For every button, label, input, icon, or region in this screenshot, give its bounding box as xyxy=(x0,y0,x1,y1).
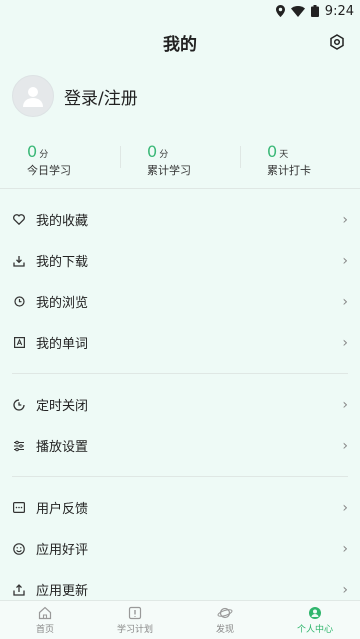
stat-value: 0 xyxy=(267,142,278,161)
page-header: 我的 xyxy=(0,22,360,62)
tab-label: 发现 xyxy=(215,625,234,635)
menu-item-label: 播放设置 xyxy=(36,440,89,455)
menu-item-label: 用户反馈 xyxy=(36,502,89,517)
login-register-link[interactable]: 登录/注册 xyxy=(64,84,138,109)
stat-label: 今日学习 xyxy=(27,164,71,177)
chevron-right-icon: › xyxy=(342,499,348,516)
clock-icon xyxy=(12,295,26,309)
chevron-right-icon: › xyxy=(342,252,348,269)
menu-group-app: 用户反馈 › 应用好评 › 应用更新 › xyxy=(0,477,360,620)
menu-item-favorites[interactable]: 我的收藏 › xyxy=(0,199,360,240)
tab-study-plan[interactable]: 学习计划 xyxy=(90,601,180,639)
status-time: 9:24 xyxy=(324,3,354,19)
chevron-right-icon: › xyxy=(342,581,348,598)
page-title: 我的 xyxy=(163,34,197,55)
menu-item-words[interactable]: 我的单词 › xyxy=(0,322,360,363)
menu-item-label: 我的收藏 xyxy=(36,214,89,229)
status-bar: 9:24 xyxy=(0,0,360,22)
menu-item-label: 我的浏览 xyxy=(36,296,89,311)
chevron-right-icon: › xyxy=(342,540,348,557)
download-icon xyxy=(12,254,26,268)
chevron-right-icon: › xyxy=(342,334,348,351)
bottom-tab-bar: 首页 学习计划 发现 个人中心 xyxy=(0,600,360,639)
menu-item-playback-settings[interactable]: 播放设置 › xyxy=(0,425,360,466)
profile-row[interactable]: 登录/注册 xyxy=(0,62,360,117)
menu-item-label: 应用好评 xyxy=(36,543,89,558)
stat-value: 0 xyxy=(147,142,158,161)
stat-today-study: 0分 今日学习 xyxy=(0,142,120,178)
menu-group-mine: 我的收藏 › 我的下载 › 我的浏览 › 我的单词 › xyxy=(0,189,360,373)
plan-icon xyxy=(127,605,143,621)
user-icon xyxy=(307,605,323,621)
sliders-icon xyxy=(12,439,26,453)
chevron-right-icon: › xyxy=(342,437,348,454)
tab-label: 学习计划 xyxy=(116,625,153,635)
chevron-right-icon: › xyxy=(342,293,348,310)
stat-unit: 分 xyxy=(159,150,169,160)
stat-label: 累计打卡 xyxy=(267,164,311,177)
stat-unit: 天 xyxy=(279,150,289,160)
feedback-icon xyxy=(12,501,26,515)
smile-icon xyxy=(12,542,26,556)
home-icon xyxy=(37,605,53,621)
upload-icon xyxy=(12,583,26,597)
menu-item-label: 定时关闭 xyxy=(36,399,89,414)
stat-value: 0 xyxy=(27,142,38,161)
stat-label: 累计学习 xyxy=(147,164,191,177)
tab-label: 首页 xyxy=(35,625,54,635)
timer-icon xyxy=(12,398,26,412)
menu-item-feedback[interactable]: 用户反馈 › xyxy=(0,487,360,528)
stat-checkin-days: 0天 累计打卡 xyxy=(240,142,360,178)
word-icon xyxy=(12,336,26,350)
tab-home[interactable]: 首页 xyxy=(0,601,90,639)
tab-label: 个人中心 xyxy=(296,625,333,635)
menu-item-history[interactable]: 我的浏览 › xyxy=(0,281,360,322)
menu-item-label: 我的下载 xyxy=(36,255,89,270)
battery-icon xyxy=(310,5,319,17)
settings-gear-icon[interactable] xyxy=(326,31,348,53)
stats-row: 0分 今日学习 0分 累计学习 0天 累计打卡 xyxy=(0,142,360,188)
planet-icon xyxy=(217,605,233,621)
avatar[interactable] xyxy=(12,75,54,117)
heart-icon xyxy=(12,213,26,227)
menu-item-label: 应用更新 xyxy=(36,584,89,599)
chevron-right-icon: › xyxy=(342,396,348,413)
tab-profile[interactable]: 个人中心 xyxy=(270,601,360,639)
location-icon xyxy=(275,5,285,17)
chevron-right-icon: › xyxy=(342,211,348,228)
menu-item-downloads[interactable]: 我的下载 › xyxy=(0,240,360,281)
menu-item-label: 我的单词 xyxy=(36,337,89,352)
menu-group-playback: 定时关闭 › 播放设置 › xyxy=(0,374,360,476)
menu-item-rate-app[interactable]: 应用好评 › xyxy=(0,528,360,569)
menu-item-sleep-timer[interactable]: 定时关闭 › xyxy=(0,384,360,425)
stat-unit: 分 xyxy=(39,150,49,160)
user-placeholder-icon xyxy=(23,87,43,107)
wifi-icon xyxy=(290,5,305,17)
tab-discover[interactable]: 发现 xyxy=(180,601,270,639)
stat-total-study: 0分 累计学习 xyxy=(120,142,240,178)
